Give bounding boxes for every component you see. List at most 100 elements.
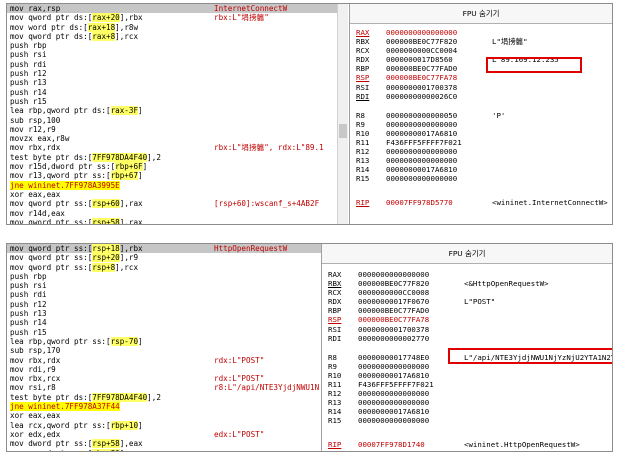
disasm-line[interactable]: jne wininet.7FF978A37F44 — [7, 402, 337, 412]
disasm-line[interactable]: jne wininet.7FF978A3995E — [7, 180, 337, 190]
disasm-line[interactable]: mov qword ptr ss:[rsp+8],rcx — [7, 262, 337, 272]
register-value: 000000BE0C77FA78 — [386, 73, 458, 83]
disasm-line[interactable]: mov qword ptr ds:[rax+20],rbx rbx:L"埍搒軈" — [7, 13, 337, 23]
disasm-line[interactable]: push r13 — [7, 78, 337, 87]
register-row-r12[interactable]: R12 0000000000000000 — [350, 147, 612, 156]
fpu-hide-toggle[interactable]: FPU 숨기기 — [350, 4, 612, 24]
disasm-line[interactable]: mov r14d,eax — [7, 209, 337, 218]
register-row-rip[interactable]: RIP 00007FF978D5770 <wininet.InternetConne… — [350, 198, 612, 207]
register-row-rcx[interactable]: RCX 0000000000CC0008 — [322, 288, 612, 297]
disasm-line[interactable]: xor edx,edx edx:L"POST" — [7, 430, 337, 439]
disasm-line[interactable]: lea rbp,qword ptr ss:[rsp-70] — [7, 336, 337, 346]
register-row-r15[interactable]: R15 0000000000000000 — [322, 416, 612, 425]
register-row-rcx[interactable]: RCX 0000000000CC0004 — [350, 46, 612, 55]
disasm-line[interactable]: push rdi — [7, 60, 337, 69]
register-row-r11[interactable]: R11 F436FFF5FFFF7F021 — [322, 380, 612, 389]
disasm-line[interactable]: mov rsi,r8 r8:L"/api/NTE3YjdjNWU1N — [7, 383, 337, 392]
register-name: RDI — [328, 333, 342, 343]
disasm-line[interactable]: mov qword ptr ss:[rsp+58],rax — [7, 217, 337, 224]
register-row-r10[interactable]: R10 00000000017A6810 — [322, 371, 612, 380]
register-row-rsp[interactable]: RSP 000000BE0C77FA78 — [350, 73, 612, 82]
register-row-r13[interactable]: R13 0000000000000000 — [322, 398, 612, 407]
register-row-r10[interactable]: R10 00000000017A6810 — [350, 129, 612, 138]
instruction-text: mov rbx,rdx — [10, 143, 61, 153]
disassembly-view[interactable]: mov rax,rsp InternetConnectW mov qword ptr… — [7, 4, 337, 224]
register-annotation: 'P' — [492, 110, 506, 120]
register-row-rsi[interactable]: RSI 0000000001700378 — [350, 83, 612, 92]
disasm-line[interactable]: mov r12,r9 — [7, 125, 337, 134]
register-name: RDX — [328, 297, 342, 307]
register-row-r8[interactable]: R8 0000000000000050 'P' — [350, 111, 612, 120]
disasm-line[interactable]: mov qword ptr ss:[rsp+18],rbx HttpOpenReq… — [7, 244, 337, 254]
disasm-line[interactable]: push rbp — [7, 272, 337, 281]
register-name: RCX — [328, 288, 342, 298]
register-value: 0000000000000000 — [386, 119, 458, 129]
disasm-line[interactable]: sub rsp,170 — [7, 346, 337, 355]
disasm-line[interactable]: mov qword ptr ss:[rbp-80],rax — [7, 448, 337, 451]
register-row-rsi[interactable]: RSI 0000000001700378 — [322, 325, 612, 334]
register-row-rip[interactable]: RIP 00007FF978D1740 <wininet.HttpOpenReque… — [322, 440, 612, 449]
register-row-rsp[interactable]: RSP 000000BE0C77FA78 — [322, 315, 612, 324]
register-row-rdi[interactable]: RDI 00000000000026C0 — [350, 92, 612, 101]
register-row-rax[interactable]: RAX 0000000000000000 — [322, 270, 612, 279]
disassembly-scrollbar[interactable] — [337, 4, 348, 224]
disasm-line[interactable]: xor eax,eax — [7, 190, 337, 199]
register-row-rdi[interactable]: RDI 0000000000002770 — [322, 334, 612, 343]
register-value: 000000BE0C77FAD0 — [386, 64, 458, 74]
register-name: R10 — [328, 370, 342, 380]
disasm-line[interactable]: push r14 — [7, 318, 337, 327]
disasm-line[interactable]: mov r15d,dword ptr ss:[rbp+6F] — [7, 162, 337, 172]
disasm-line[interactable]: mov qword ptr ds:[rax+8],rcx — [7, 31, 337, 41]
register-row-rbx[interactable]: RBX 000000BE0C77F820 L"埍搒軈" — [350, 37, 612, 46]
register-value: 0000000000000000 — [358, 361, 430, 371]
disasm-line[interactable]: mov qword ptr ss:[rsp+60],rax [rsp+60]:ws… — [7, 199, 337, 209]
register-value: 0000000000000050 — [386, 110, 458, 120]
disasm-line[interactable]: mov rbx,rdx rbx:L"埍搒軈", rdx:L"89.1 — [7, 143, 337, 152]
disasm-line[interactable]: mov r13,qword ptr ss:[rbp+67] — [7, 171, 337, 181]
disasm-line[interactable]: sub rsp,100 — [7, 116, 337, 125]
disasm-line[interactable]: mov rax,rsp InternetConnectW — [7, 4, 337, 14]
disasm-line[interactable]: mov qword ptr ss:[rsp+20],r9 — [7, 253, 337, 263]
register-row-rdx[interactable]: RDX 00000000017F0670 L"POST" — [322, 297, 612, 306]
register-row-rax[interactable]: RAX 0000000000000000 — [350, 28, 612, 37]
disasm-line[interactable]: mov word ptr ds:[rax+18],r8w — [7, 22, 337, 32]
disasm-line[interactable]: mov dword ptr ss:[rsp+58],eax — [7, 439, 337, 449]
disasm-line[interactable]: push r14 — [7, 88, 337, 97]
disasm-line[interactable]: xor eax,eax — [7, 411, 337, 420]
register-row-r9[interactable]: R9 0000000000000000 — [350, 120, 612, 129]
disasm-line[interactable]: push rdi — [7, 290, 337, 299]
register-row-r15[interactable]: R15 0000000000000000 — [350, 174, 612, 183]
disasm-line[interactable]: push rbp — [7, 41, 337, 50]
register-row-rbx[interactable]: RBX 000000BE0C77F820 <&HttpOpenRequestW> — [322, 279, 612, 288]
register-value: 0000000000002770 — [358, 333, 430, 343]
disasm-line[interactable]: push r15 — [7, 328, 337, 337]
scrollbar-thumb[interactable] — [339, 124, 347, 138]
register-row-r14[interactable]: R14 00000000017A6810 — [350, 165, 612, 174]
disasm-line[interactable]: mov rdi,r9 — [7, 365, 337, 374]
disassembly-view[interactable]: mov qword ptr ss:[rsp+18],rbx HttpOpenReq… — [7, 244, 337, 451]
instruction-text: mov rbx,rcx — [10, 374, 61, 384]
disasm-line[interactable]: push r12 — [7, 300, 337, 309]
disasm-line[interactable]: lea rcx,qword ptr ss:[rbp+10] — [7, 420, 337, 430]
register-row-rbp[interactable]: RBP 000000BE0C77FAD0 — [322, 306, 612, 315]
instruction-text: push r13 — [10, 78, 47, 88]
disasm-line[interactable]: test byte ptr ds:[7FF978DA4F40],2 — [7, 392, 337, 402]
register-name: R14 — [328, 407, 342, 417]
register-row-r11[interactable]: R11 F436FFF5FFFF7F021 — [350, 138, 612, 147]
disasm-line[interactable]: lea rbp,qword ptr ds:[rax-3F] — [7, 106, 337, 116]
disasm-line[interactable]: push rsi — [7, 281, 337, 290]
disasm-line[interactable]: mov rbx,rcx rdx:L"POST" — [7, 374, 337, 383]
fpu-hide-toggle[interactable]: FPU 숨기기 — [322, 244, 612, 264]
register-row-r12[interactable]: R12 0000000000000000 — [322, 389, 612, 398]
disasm-line[interactable]: push rsi — [7, 50, 337, 59]
disasm-line[interactable]: push r12 — [7, 69, 337, 78]
register-row-r13[interactable]: R13 0000000000000000 — [350, 156, 612, 165]
disasm-line[interactable]: push r15 — [7, 97, 337, 106]
register-value: 00000000017F0670 — [358, 297, 430, 307]
disasm-line[interactable]: mov rbx,rdx rdx:L"POST" — [7, 356, 337, 365]
instruction-comment: rbx:L"埍搒軈" — [214, 13, 269, 23]
disasm-line[interactable]: test byte ptr ds:[7FF978DA4F40],2 — [7, 152, 337, 162]
disasm-line[interactable]: push r13 — [7, 309, 337, 318]
register-row-r14[interactable]: R14 00000000017A6810 — [322, 407, 612, 416]
instruction-text: push r15 — [10, 96, 47, 106]
